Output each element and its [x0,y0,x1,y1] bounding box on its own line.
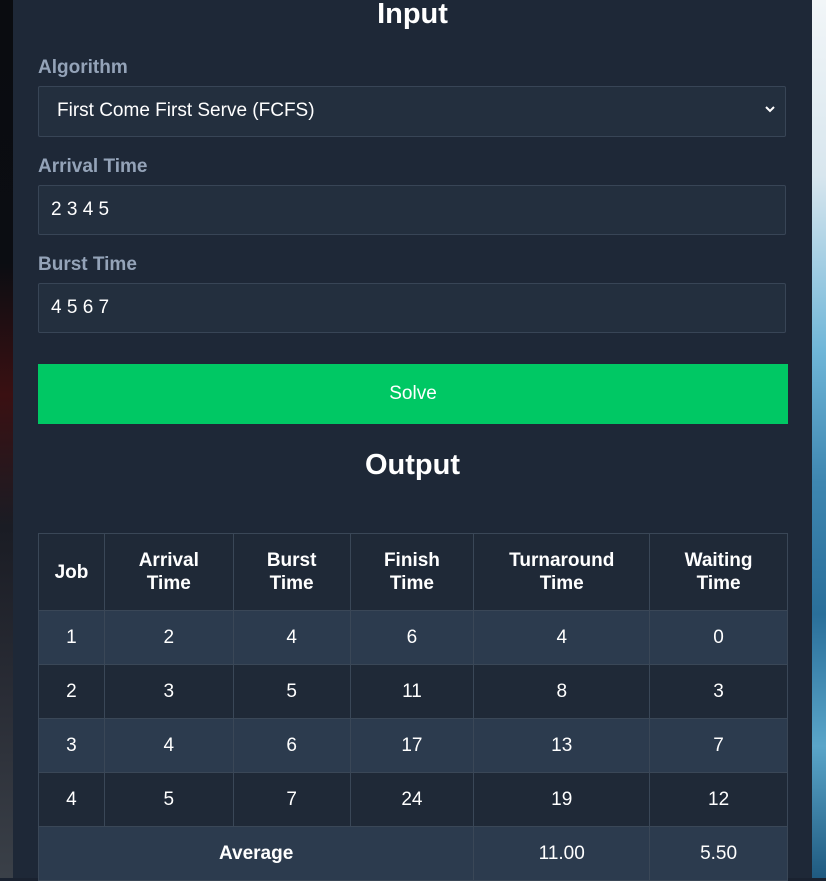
cell-job: 1 [38,610,105,665]
table-row: 4 5 7 24 19 12 [38,772,788,827]
algorithm-selected-value: First Come First Serve (FCFS) [57,100,315,121]
algorithm-label: Algorithm [38,57,128,78]
header-job: Job [38,533,105,611]
cell-burst: 4 [232,610,351,665]
algorithm-select[interactable]: First Come First Serve (FCFS) [38,86,786,137]
arrival-time-value: 2 3 4 5 [51,199,110,220]
cell-turnaround: 8 [473,664,651,719]
burst-time-input[interactable]: 4 5 6 7 [38,283,786,333]
average-turnaround: 11.00 [473,826,651,881]
cell-arrival: 5 [103,772,234,827]
table-header-row: Job Arrival Time Burst Time Finish Time Tur… [38,533,788,611]
arrival-time-input[interactable]: 2 3 4 5 [38,185,786,235]
header-burst-time: Burst Time [232,533,351,611]
cell-waiting: 7 [649,718,788,773]
cell-waiting: 0 [649,610,788,665]
cell-arrival: 2 [103,610,234,665]
cell-burst: 5 [232,664,351,719]
burst-time-value: 4 5 6 7 [51,297,110,318]
cell-burst: 7 [232,772,351,827]
burst-time-label: Burst Time [38,254,137,275]
cell-waiting: 12 [649,772,788,827]
cell-finish: 17 [349,718,475,773]
table-row: 3 4 6 17 13 7 [38,718,788,773]
cell-finish: 6 [349,610,475,665]
header-finish-time: Finish Time [349,533,475,611]
cell-turnaround: 19 [473,772,651,827]
solve-button[interactable]: Solve [38,364,788,424]
table-row: 1 2 4 6 4 0 [38,610,788,665]
scheduler-panel: Input Algorithm First Come First Serve (… [13,0,812,881]
cell-turnaround: 13 [473,718,651,773]
chevron-down-icon [765,106,775,113]
cell-waiting: 3 [649,664,788,719]
cell-burst: 6 [232,718,351,773]
results-table: Job Arrival Time Burst Time Finish Time Tur… [37,533,788,881]
table-row: 2 3 5 11 8 3 [38,664,788,719]
output-heading: Output [364,449,460,481]
input-heading: Input [377,0,448,30]
cell-finish: 24 [349,772,475,827]
header-turnaround-time: Turnaround Time [473,533,651,611]
background-left [0,0,13,878]
cell-turnaround: 4 [473,610,651,665]
average-waiting: 5.50 [649,826,788,881]
average-label: Average [37,826,475,881]
cell-job: 2 [38,664,105,719]
background-right [812,0,826,878]
cell-job: 4 [38,772,105,827]
cell-job: 3 [38,718,105,773]
header-arrival-time: Arrival Time [103,533,234,611]
cell-arrival: 3 [103,664,234,719]
average-row: Average 11.00 5.50 [37,826,788,881]
cell-finish: 11 [349,664,475,719]
cell-arrival: 4 [103,718,234,773]
arrival-time-label: Arrival Time [38,156,148,177]
header-waiting-time: Waiting Time [649,533,788,611]
